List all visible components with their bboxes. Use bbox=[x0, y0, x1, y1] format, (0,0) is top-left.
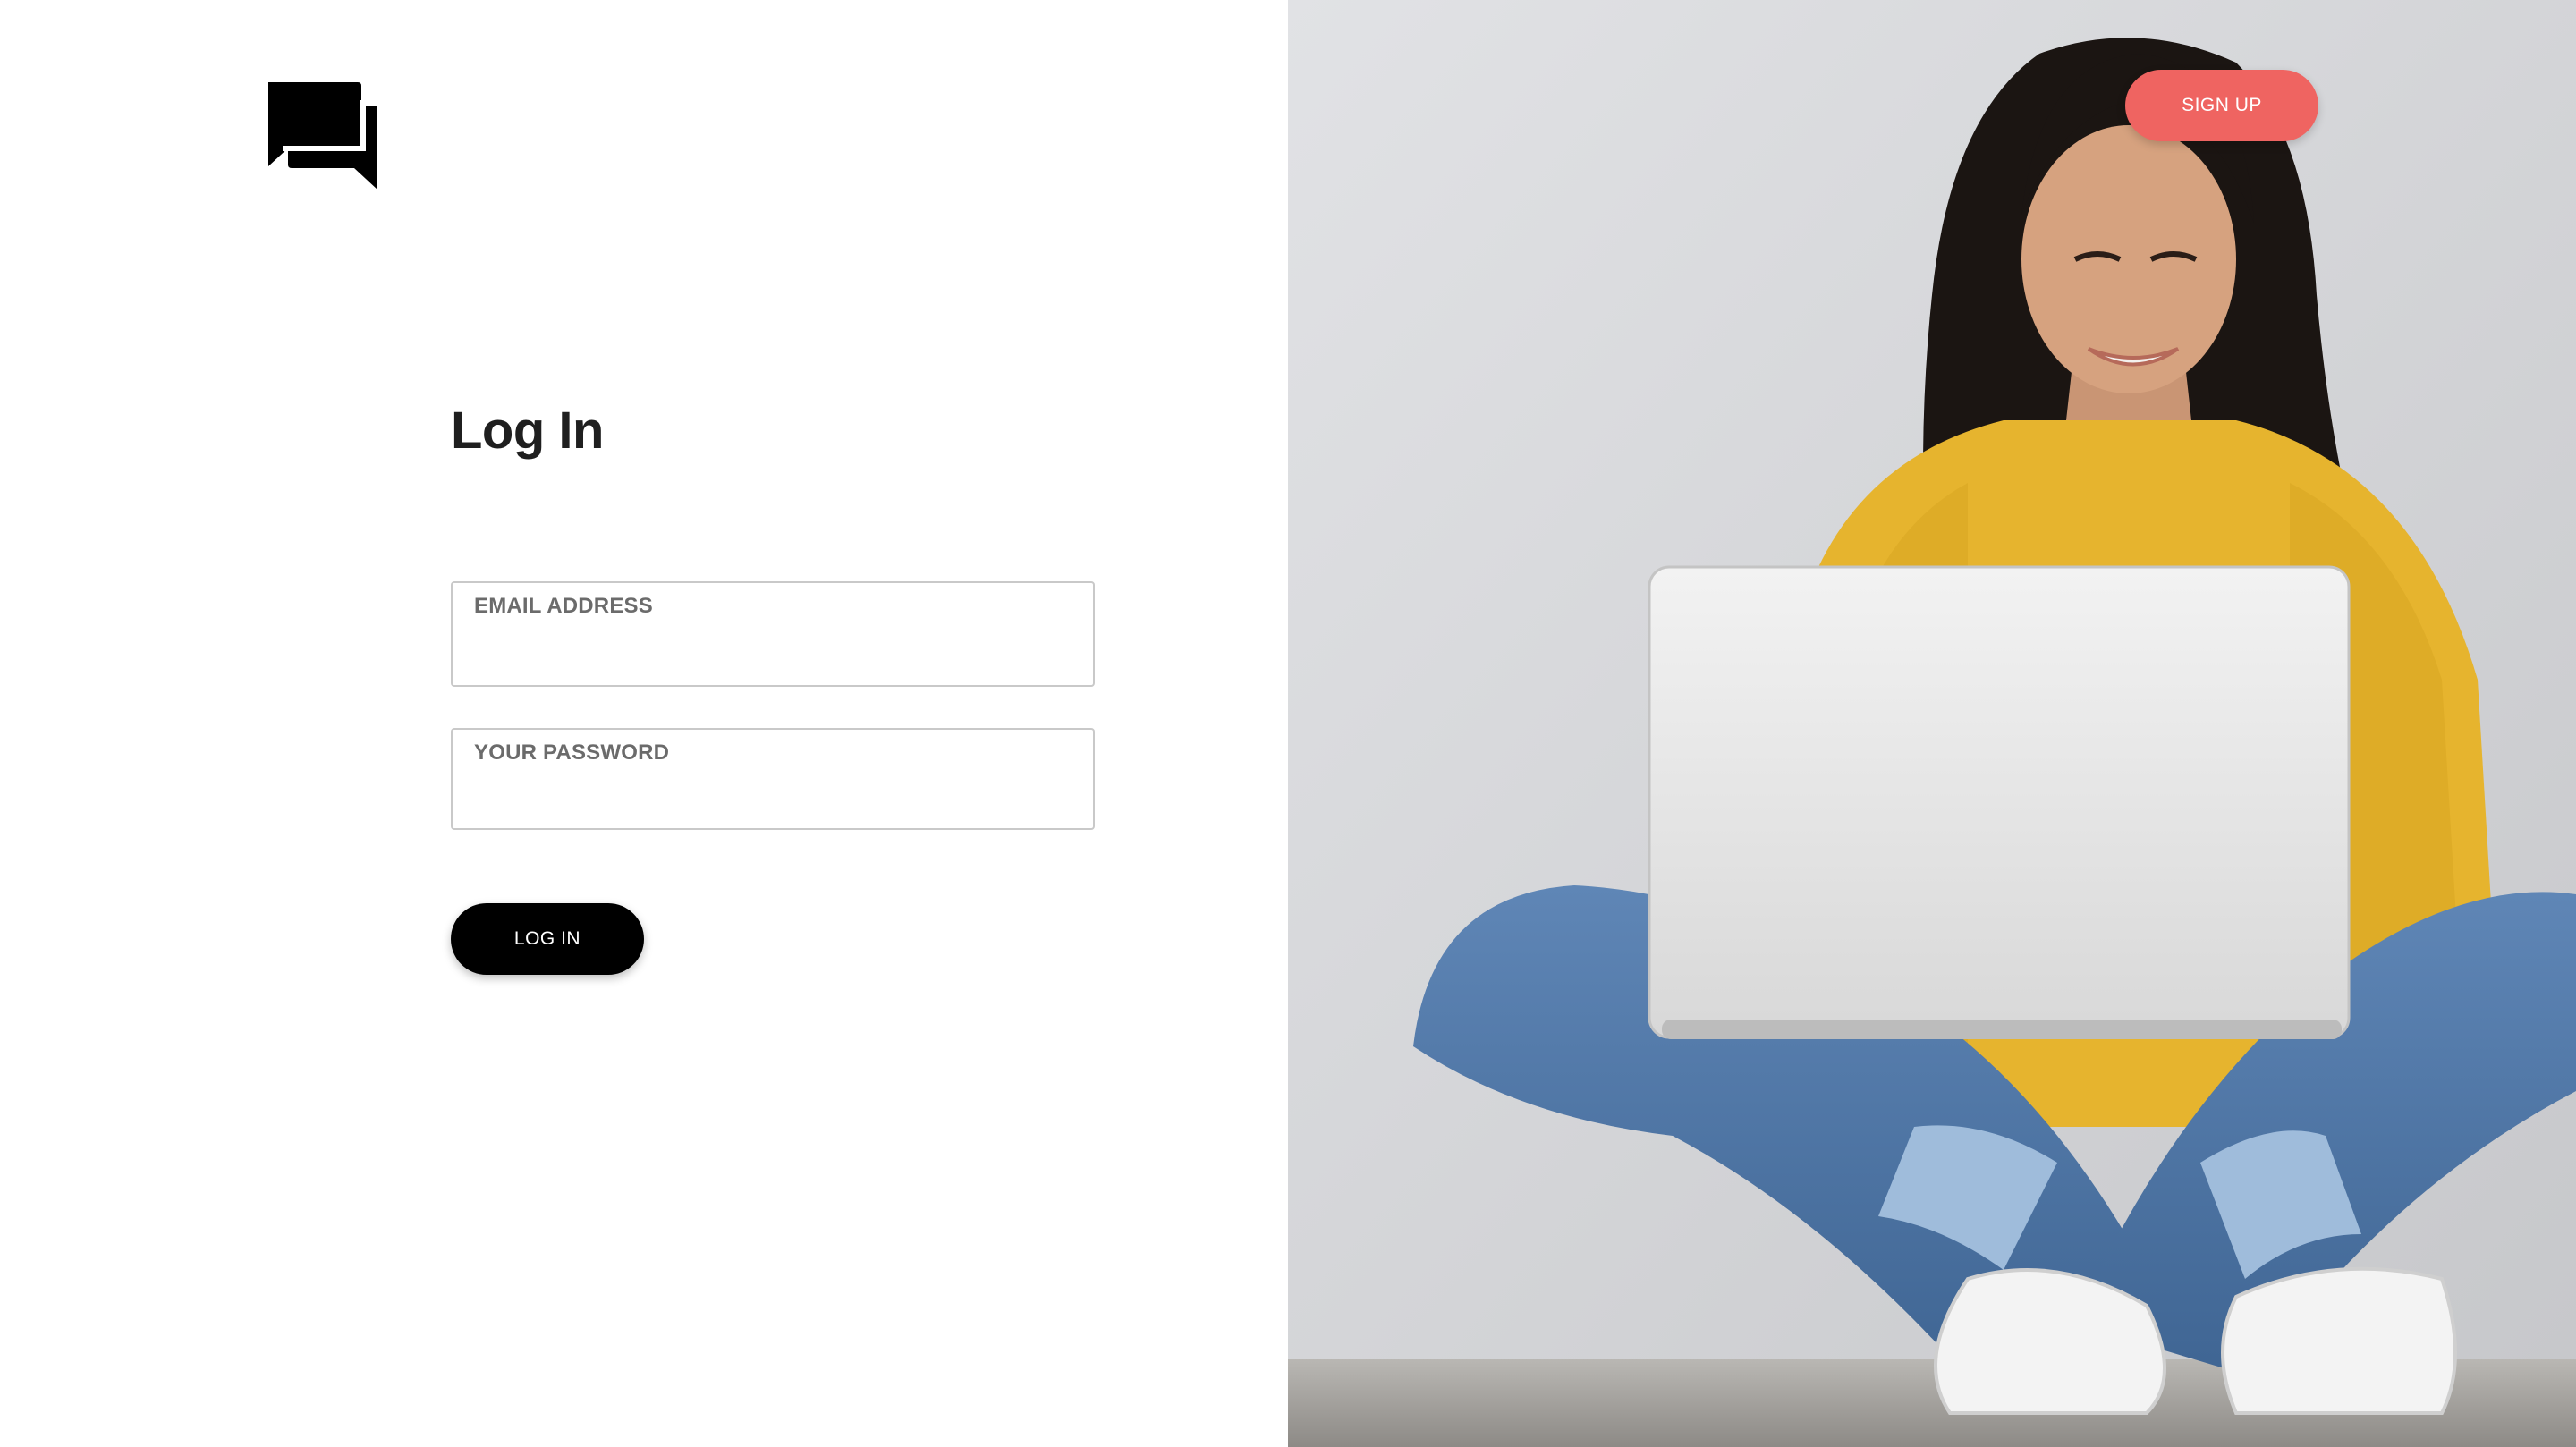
hero-image-panel bbox=[1288, 0, 2576, 1447]
email-label: EMAIL ADDRESS bbox=[474, 594, 653, 618]
password-input[interactable] bbox=[474, 773, 1072, 816]
login-panel: Log In EMAIL ADDRESS YOUR PASSWORD LOG I… bbox=[0, 0, 1288, 1447]
email-field[interactable]: EMAIL ADDRESS bbox=[451, 581, 1095, 687]
email-input[interactable] bbox=[474, 630, 1072, 673]
login-page: Log In EMAIL ADDRESS YOUR PASSWORD LOG I… bbox=[0, 0, 2576, 1447]
signup-button[interactable]: SIGN UP bbox=[2125, 70, 2318, 141]
login-button[interactable]: LOG IN bbox=[451, 903, 644, 975]
password-field[interactable]: YOUR PASSWORD bbox=[451, 728, 1095, 830]
chat-bubbles-icon[interactable] bbox=[265, 79, 377, 190]
woman-with-laptop-photo bbox=[1288, 0, 2576, 1447]
page-title: Log In bbox=[451, 402, 604, 460]
password-label: YOUR PASSWORD bbox=[474, 740, 670, 765]
logo-graphic bbox=[268, 82, 377, 190]
